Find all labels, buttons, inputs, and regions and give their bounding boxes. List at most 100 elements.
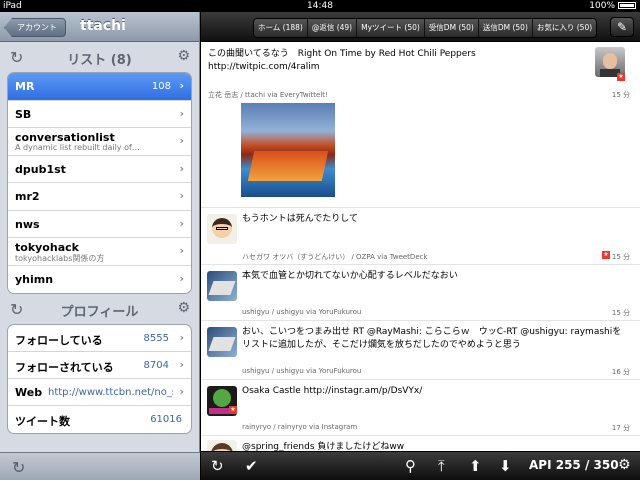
tweet-item[interactable]: @spring_friends 負けましたけどねww (201, 436, 640, 451)
following-row[interactable]: フォローしている 8555 › (8, 325, 191, 352)
tweet-image-thumbnail[interactable] (241, 103, 335, 197)
tab-received-dm[interactable]: 受信DM (50) (424, 19, 479, 37)
list-description: A dynamic list rebuilt daily of… (15, 143, 140, 152)
tweet-item[interactable]: この曲聞いてるなう Right On Time by Red Hot Chili… (201, 43, 640, 208)
timeline[interactable]: この曲聞いてるなう Right On Time by Red Hot Chili… (201, 43, 640, 451)
settings-gear-icon[interactable]: ⚙ (618, 457, 631, 473)
tweet-text: おい、こいつをつまみ出せ RT @RayMashi: こらこらｗ ウッC-RT … (242, 327, 622, 350)
sidebar: アカウント ttachi ↻ リスト (8) ⚙ MR 108 › SB › c… (0, 12, 200, 480)
avatar[interactable] (207, 271, 237, 301)
list-item-tokyohack[interactable]: tokyohack tokyohacklabs関係の方 › (8, 238, 191, 266)
list-name: dpub1st (15, 162, 66, 176)
arrow-down-icon[interactable]: ⬇ (499, 457, 512, 475)
list-item-dpub1st[interactable]: dpub1st › (8, 156, 191, 183)
mark-read-check-icon[interactable]: ✔ (245, 457, 258, 475)
list-description: tokyohacklabs関係の方 (15, 254, 105, 263)
profile-label: ツイート数 (15, 415, 70, 428)
chevron-right-icon: › (179, 106, 184, 120)
list-item-yhimn[interactable]: yhimn › (8, 266, 191, 294)
list-name: SB (15, 107, 32, 121)
tweet-time: 15 分 (611, 309, 630, 317)
compose-button[interactable]: ✎ (610, 17, 634, 37)
search-icon[interactable]: ⚲ (405, 457, 416, 475)
lists-group: MR 108 › SB › conversationlist A dynamic… (7, 72, 192, 294)
battery-status: 100% (589, 0, 636, 12)
avatar[interactable] (207, 327, 237, 357)
tweet-meta: ハセガワ オツバ（すうどんけい） / OZPA via TweetDeck (242, 253, 428, 261)
api-limit-label: API 255 / 350 (529, 458, 619, 472)
refresh-icon[interactable]: ↻ (211, 457, 224, 475)
tab-favorites[interactable]: お気に入り (50) (532, 19, 597, 37)
profile-label: フォローされている (15, 361, 114, 374)
sidebar-toolbar: ↻ (0, 452, 200, 480)
profile-section-header: ↻ プロフィール ⚙ (0, 294, 199, 324)
tab-home[interactable]: ホーム (188) (254, 19, 308, 37)
list-item-nws[interactable]: nws › (8, 211, 191, 238)
tweet-count-row[interactable]: ツイート数 61016 (8, 406, 191, 433)
tweet-text: Osaka Castle http://instagr.am/p/DsVYx/ (242, 386, 423, 396)
account-title: ttachi (80, 18, 126, 34)
list-name: MR (15, 80, 35, 93)
tab-my-tweets[interactable]: Myツイート (50) (357, 19, 425, 37)
followers-row[interactable]: フォローされている 8704 › (8, 352, 191, 379)
tweet-time: 16 分 (611, 368, 630, 376)
profile-label: Web (15, 386, 43, 399)
avatar[interactable] (207, 440, 237, 451)
list-item-mr[interactable]: MR 108 › (8, 73, 191, 101)
scroll-to-top-icon[interactable]: ⤒ (438, 457, 445, 475)
list-item-sb[interactable]: SB › (8, 101, 191, 128)
web-row[interactable]: Web http://www.ttcbn.net/no_s… › (8, 379, 191, 406)
tweet-item[interactable]: おい、こいつをつまみ出せ RT @RayMashi: こらこらｗ ウッC-RT … (201, 321, 640, 380)
main-toolbar: ↻ ✔ ⚲ ⤒ ⬆ ⬇ API 255 / 350 ⚙ (201, 451, 640, 480)
chevron-right-icon: › (179, 244, 184, 257)
web-url: http://www.ttcbn.net/no_s… (48, 387, 173, 398)
chevron-right-icon: › (179, 161, 184, 175)
tweet-item[interactable]: もうホントは死んでたりして ★ ハセガワ オツバ（すうどんけい） / OZPA … (201, 208, 640, 265)
tweet-item[interactable]: ★ Osaka Castle http://instagr.am/p/DsVYx… (201, 380, 640, 436)
battery-percent: 100% (589, 1, 615, 11)
list-item-conversationlist[interactable]: conversationlist A dynamic list rebuilt … (8, 128, 191, 156)
timeline-tabs: ホーム (188) @返信 (49) Myツイート (50) 受信DM (50)… (253, 18, 598, 38)
lists-settings-gear-icon[interactable]: ⚙ (177, 48, 190, 64)
tweet-meta: rainyryo / rainyryo via Instagram (242, 423, 358, 431)
favorite-badge-icon: ★ (602, 251, 610, 259)
chevron-right-icon: › (179, 134, 184, 147)
tweet-text: @spring_friends 負けましたけどねww (242, 442, 405, 451)
chevron-right-icon: › (179, 271, 184, 285)
tweet-time: 15 分 (611, 253, 630, 261)
lists-title: リスト (8) (67, 53, 132, 68)
list-item-mr2[interactable]: mr2 › (8, 183, 191, 211)
list-name: mr2 (15, 190, 40, 203)
refresh-icon[interactable]: ↻ (12, 458, 25, 477)
chevron-right-icon: › (179, 358, 184, 371)
tab-replies[interactable]: @返信 (49) (307, 19, 358, 37)
list-count: 108 (151, 81, 171, 92)
clock: 14:48 (307, 1, 333, 11)
favorite-badge-icon: ★ (229, 406, 237, 414)
tweet-item[interactable]: 本気で血管とか切れてないか心配するレベルだなおい ushigyu / ushig… (201, 265, 640, 321)
favorite-badge-icon: ★ (617, 73, 625, 81)
sidebar-header: アカウント ttachi (0, 12, 199, 42)
battery-icon (618, 2, 636, 9)
compose-icon: ✎ (616, 20, 628, 34)
tweet-text: もうホントは死んでたりして (242, 214, 359, 224)
chevron-right-icon: › (179, 385, 184, 398)
tab-sent-dm[interactable]: 送信DM (50) (478, 19, 533, 37)
chevron-right-icon: › (179, 79, 184, 92)
arrow-up-icon[interactable]: ⬆ (469, 457, 482, 475)
lists-section-header: ↻ リスト (8) ⚙ (0, 42, 199, 72)
avatar[interactable] (207, 214, 237, 244)
tweet-meta: 立花 岳志 / ttachi via EveryTwittelt! (208, 91, 328, 99)
tweet-meta: ushigyu / ushigyu via YoruFukurou (242, 367, 362, 375)
tweet-time: 15 分 (611, 91, 630, 99)
profile-settings-gear-icon[interactable]: ⚙ (177, 300, 190, 316)
profile-group: フォローしている 8555 › フォローされている 8704 › Web htt… (7, 324, 192, 434)
status-bar: iPad 14:48 100% (0, 0, 640, 12)
tweet-text: この曲聞いてるなう Right On Time by Red Hot Chili… (208, 49, 476, 72)
list-name: yhimn (15, 272, 54, 286)
tweet-text: 本気で血管とか切れてないか心配するレベルだなおい (242, 271, 458, 281)
accounts-back-button[interactable]: アカウント (4, 18, 66, 37)
profile-title: プロフィール (60, 305, 139, 320)
tweet-count: 61016 (150, 414, 182, 425)
chevron-right-icon: › (179, 189, 184, 202)
